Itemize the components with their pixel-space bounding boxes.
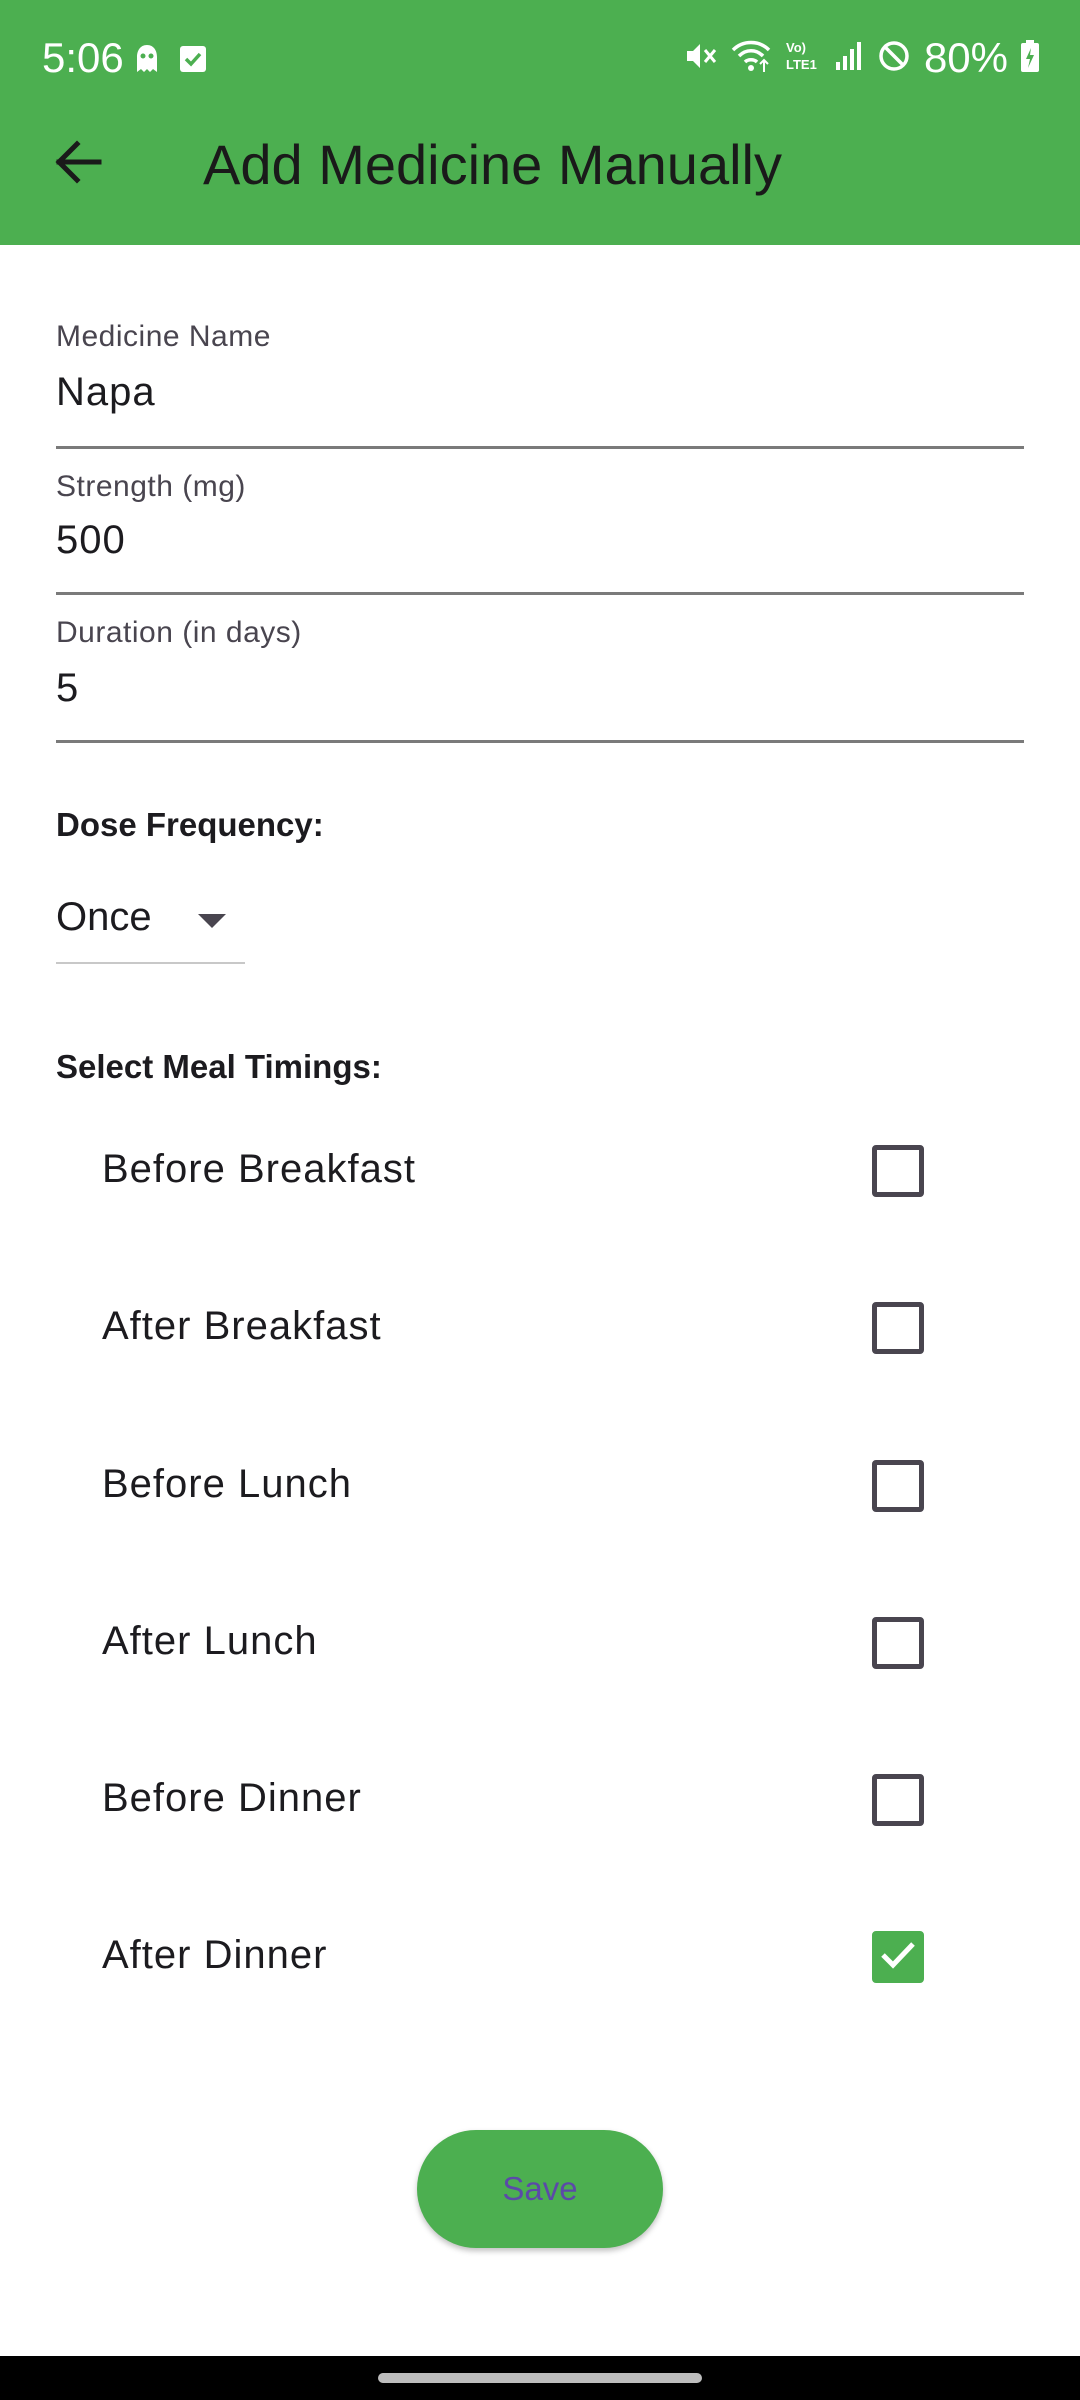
duration-value: 5 [56, 666, 80, 710]
meal-option-label: Before Breakfast [102, 1147, 416, 1191]
wifi-icon [730, 38, 772, 79]
meal-option-label: After Dinner [102, 1933, 328, 1977]
meal-option-label: Before Dinner [102, 1776, 362, 1820]
save-button[interactable]: Save [417, 2130, 663, 2248]
app-bar: 5:06 Vo) LTE1 80% Add Medicine Manually [0, 0, 1080, 245]
after-dinner-checkbox[interactable] [872, 1931, 924, 1983]
svg-text:Vo): Vo) [786, 40, 806, 55]
home-handle[interactable] [378, 2373, 702, 2383]
status-bar: 5:06 Vo) LTE1 80% [0, 0, 1080, 120]
dose-frequency-value: Once [56, 895, 152, 939]
medicine-name-value: Napa [56, 370, 156, 414]
battery-percent: 80% [923, 34, 1008, 81]
before-lunch-checkbox[interactable] [872, 1460, 924, 1512]
meal-option-label: After Lunch [102, 1619, 318, 1663]
check-square-icon [178, 44, 208, 79]
dose-frequency-dropdown[interactable]: Once [56, 880, 245, 964]
after-lunch-checkbox[interactable] [872, 1617, 924, 1669]
medicine-name-label: Medicine Name [56, 320, 271, 353]
meal-timings-title: Select Meal Timings: [56, 1048, 382, 1085]
status-left-icons [132, 42, 208, 81]
strength-value: 500 [56, 518, 126, 562]
meal-option-label: Before Lunch [102, 1462, 352, 1506]
meal-option-after-lunch[interactable]: After Lunch [0, 1564, 1080, 1721]
meal-option-before-dinner[interactable]: Before Dinner [0, 1721, 1080, 1878]
mute-icon [682, 38, 718, 79]
after-breakfast-checkbox[interactable] [872, 1302, 924, 1354]
check-icon [880, 1940, 916, 1975]
dose-frequency-title: Dose Frequency: [56, 806, 324, 843]
ghost-icon [132, 42, 162, 81]
before-dinner-checkbox[interactable] [872, 1774, 924, 1826]
duration-field[interactable]: Duration (in days) 5 [56, 606, 1024, 743]
battery-icon [1020, 39, 1040, 78]
status-time: 5:06 [42, 34, 124, 81]
arrow-left-icon [53, 139, 103, 190]
signal-icon [834, 40, 864, 77]
page-title: Add Medicine Manually [203, 133, 782, 196]
volte-icon: Vo) LTE1 [784, 38, 822, 79]
dnd-icon [876, 38, 912, 79]
back-button[interactable] [42, 128, 114, 200]
before-breakfast-checkbox[interactable] [872, 1145, 924, 1197]
meal-option-before-breakfast[interactable]: Before Breakfast [0, 1092, 1080, 1249]
strength-field[interactable]: Strength (mg) 500 [56, 460, 1024, 595]
meal-option-after-breakfast[interactable]: After Breakfast [0, 1249, 1080, 1406]
status-right-icons: Vo) LTE1 80% [682, 34, 1040, 82]
dropdown-arrow-icon [196, 912, 228, 935]
svg-text:LTE1: LTE1 [786, 57, 817, 72]
medicine-name-field[interactable]: Medicine Name Napa [56, 310, 1024, 449]
meal-option-after-dinner[interactable]: After Dinner [0, 1878, 1080, 2035]
meal-option-label: After Breakfast [102, 1304, 382, 1348]
duration-label: Duration (in days) [56, 616, 302, 649]
strength-label: Strength (mg) [56, 470, 246, 503]
meal-option-before-lunch[interactable]: Before Lunch [0, 1407, 1080, 1564]
